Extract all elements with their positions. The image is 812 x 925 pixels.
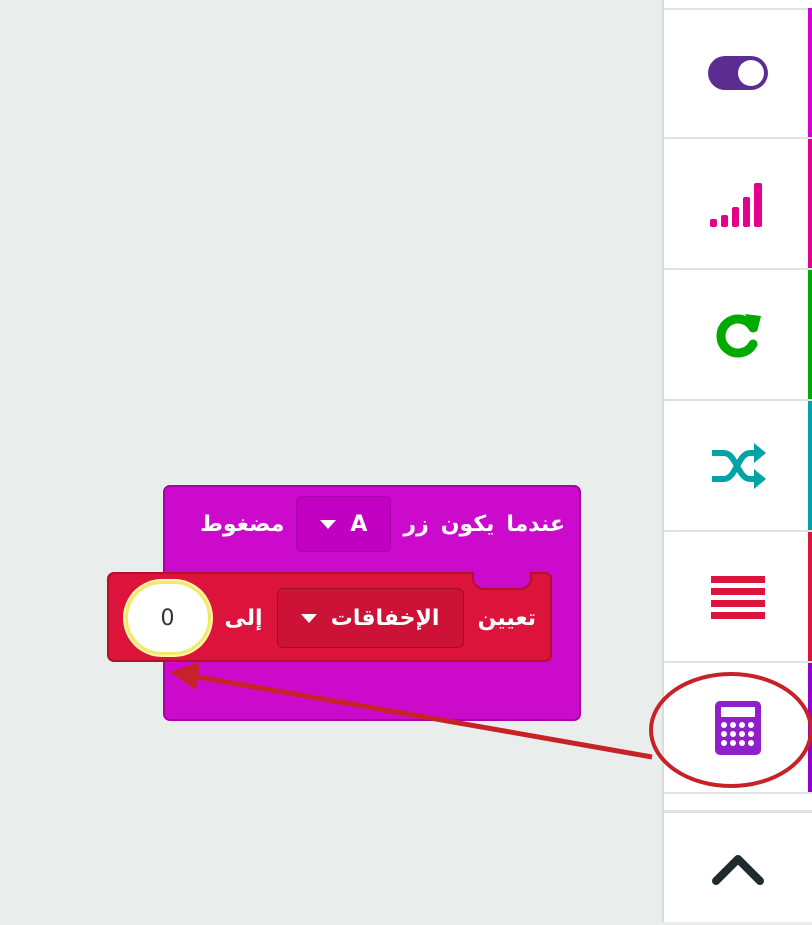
toolbox-category-radio[interactable] (664, 139, 812, 270)
event-label-when: عندما (506, 511, 565, 537)
toolbox (662, 0, 812, 922)
toolbox-category-variables[interactable] (664, 532, 812, 663)
button-select-dropdown[interactable]: A (296, 496, 392, 552)
set-variable-block[interactable]: تعيين الإخفاقات إلى 0 (107, 572, 552, 662)
blocks-workspace[interactable] (0, 0, 662, 922)
variable-name: الإخفاقات (330, 605, 440, 631)
dropdown-arrow-icon (300, 613, 317, 623)
toolbox-category-math[interactable] (664, 663, 812, 794)
toggle-icon (708, 55, 768, 90)
toolbox-category-loops[interactable] (664, 270, 812, 401)
toolbox-category-input[interactable] (664, 8, 812, 139)
event-label-button: زر (403, 511, 429, 537)
calculator-icon (715, 700, 761, 755)
event-label-pressed: مضغوط (200, 511, 285, 537)
variable-dropdown[interactable]: الإخفاقات (276, 588, 464, 648)
button-select-value: A (350, 511, 368, 537)
toolbox-more-button[interactable] (664, 810, 812, 925)
value-input[interactable]: 0 (124, 581, 211, 655)
event-label-is: يكون (440, 511, 495, 537)
shuffle-icon (712, 442, 766, 489)
chevron-up-icon (712, 855, 764, 885)
event-block-row: عندما يكون زر A مضغوط (200, 496, 565, 552)
lines-icon (711, 575, 765, 619)
to-label: إلى (224, 605, 263, 631)
value-text: 0 (160, 605, 175, 631)
refresh-icon (716, 313, 761, 357)
set-label: تعيين (477, 605, 536, 631)
signal-bars-icon (710, 182, 762, 227)
dropdown-arrow-icon (320, 519, 337, 529)
toolbox-category-logic[interactable] (664, 401, 812, 532)
set-block-row: تعيين الإخفاقات إلى 0 (124, 581, 536, 655)
